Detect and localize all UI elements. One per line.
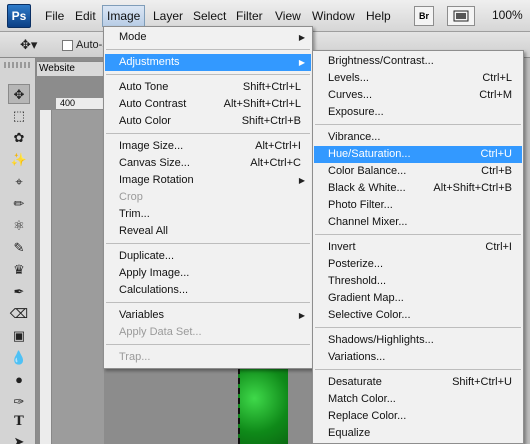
auto-select-checkbox[interactable] (62, 40, 73, 51)
eraser-tool-icon[interactable]: ⌫ (8, 304, 30, 324)
menu-item-reveal-all[interactable]: Reveal All (105, 223, 311, 240)
menu-separator (315, 327, 521, 328)
menu-item-canvas-size[interactable]: Canvas Size... Alt+Ctrl+C (105, 155, 311, 172)
menu-item-exposure[interactable]: Exposure... (314, 104, 522, 121)
menu-item-desaturate[interactable]: Desaturate Shift+Ctrl+U (314, 374, 522, 391)
clone-stamp-tool-icon[interactable]: ♛ (8, 260, 30, 280)
toolbox-grip[interactable] (4, 62, 32, 68)
lasso-tool-icon[interactable]: ✿ (8, 128, 30, 148)
dodge-tool-icon[interactable]: ● (8, 370, 30, 390)
menu-item-shadows-highlights[interactable]: Shadows/Highlights... (314, 332, 522, 349)
move-tool-icon[interactable]: ✥ (8, 84, 30, 104)
zoom-level[interactable]: 100% (492, 8, 523, 22)
menu-item-auto-color[interactable]: Auto Color Shift+Ctrl+B (105, 113, 311, 130)
canvas-area[interactable] (52, 110, 104, 444)
menu-item-auto-tone[interactable]: Auto Tone Shift+Ctrl+L (105, 79, 311, 96)
menu-layer[interactable]: Layer (153, 8, 183, 25)
menu-item-brightness-contrast[interactable]: Brightness/Contrast... (314, 53, 522, 70)
bridge-icon[interactable]: Br (414, 6, 434, 26)
path-selection-tool-icon[interactable]: ➤ (8, 432, 30, 444)
menu-item-hue-saturation[interactable]: Hue/Saturation... Ctrl+U (314, 146, 522, 163)
magic-wand-tool-icon[interactable]: ✨ (8, 150, 30, 170)
menu-item-mode[interactable]: Mode ▶ (105, 29, 311, 46)
menu-view[interactable]: View (275, 8, 301, 25)
menu-item-image-rotation[interactable]: Image Rotation ▶ (105, 172, 311, 189)
photoshop-logo: Ps (7, 4, 31, 28)
menu-item-selective-color[interactable]: Selective Color... (314, 307, 522, 324)
menu-item-gradient-map[interactable]: Gradient Map... (314, 290, 522, 307)
eyedropper-tool-icon[interactable]: ✏ (8, 194, 30, 214)
menu-item-color-balance[interactable]: Color Balance... Ctrl+B (314, 163, 522, 180)
menu-separator (106, 74, 310, 75)
menu-select[interactable]: Select (193, 8, 226, 25)
menu-filter[interactable]: Filter (236, 8, 263, 25)
menu-item-curves[interactable]: Curves... Ctrl+M (314, 87, 522, 104)
screen-mode-icon[interactable] (447, 6, 475, 26)
menu-window[interactable]: Window (312, 8, 355, 25)
brush-tool-icon[interactable]: ✎ (8, 238, 30, 258)
menu-item-equalize[interactable]: Equalize (314, 425, 522, 442)
menu-item-trim[interactable]: Trim... (105, 206, 311, 223)
menu-item-adjustments[interactable]: Adjustments ▶ (105, 54, 311, 71)
menu-separator (106, 344, 310, 345)
menu-separator (106, 133, 310, 134)
menu-item-match-color[interactable]: Match Color... (314, 391, 522, 408)
menu-edit[interactable]: Edit (75, 8, 96, 25)
history-brush-tool-icon[interactable]: ✒ (8, 282, 30, 302)
menu-item-trap: Trap... (119, 351, 151, 363)
menu-item-calculations[interactable]: Calculations... (105, 282, 311, 299)
blur-tool-icon[interactable]: 💧 (8, 348, 30, 368)
menu-item-variations[interactable]: Variations... (314, 349, 522, 366)
menu-file[interactable]: File (45, 8, 64, 25)
menu-separator (315, 124, 521, 125)
menu-item-variables[interactable]: Variables ▶ (105, 307, 311, 324)
menu-item-auto-contrast[interactable]: Auto Contrast Alt+Shift+Ctrl+L (105, 96, 311, 113)
menu-item-black-white[interactable]: Black & White... Alt+Shift+Ctrl+B (314, 180, 522, 197)
menu-item-channel-mixer[interactable]: Channel Mixer... (314, 214, 522, 231)
marquee-tool-icon[interactable]: ⬚ (8, 106, 30, 126)
menu-item-levels[interactable]: Levels... Ctrl+L (314, 70, 522, 87)
menu-item-image-size[interactable]: Image Size... Alt+Ctrl+I (105, 138, 311, 155)
submenu-arrow-icon: ▶ (298, 311, 305, 320)
menu-separator (315, 234, 521, 235)
menu-item-apply-data-set: Apply Data Set... (119, 326, 202, 338)
menu-item-replace-color[interactable]: Replace Color... (314, 408, 522, 425)
menu-item-vibrance[interactable]: Vibrance... (314, 129, 522, 146)
horizontal-ruler: 400 (56, 98, 108, 110)
adjustments-submenu: Brightness/Contrast... Levels... Ctrl+L C… (312, 50, 524, 444)
menu-item-photo-filter[interactable]: Photo Filter... (314, 197, 522, 214)
menu-item-invert[interactable]: Invert Ctrl+I (314, 239, 522, 256)
submenu-arrow-icon: ▶ (298, 33, 305, 42)
menu-separator (106, 302, 310, 303)
type-tool-icon[interactable]: T (8, 412, 30, 432)
submenu-arrow-icon: ▶ (298, 58, 305, 67)
menu-separator (106, 49, 310, 50)
menu-help[interactable]: Help (366, 8, 391, 25)
menu-item-posterize[interactable]: Posterize... (314, 256, 522, 273)
toolbox: ✥ ⬚ ✿ ✨ ⌖ ✏ ⚛ ✎ ♛ ✒ ⌫ ▣ 💧 ● ✑ T ➤ (0, 58, 36, 444)
healing-brush-tool-icon[interactable]: ⚛ (8, 216, 30, 236)
document-tab[interactable]: Website Design (36, 61, 106, 76)
pen-tool-icon[interactable]: ✑ (8, 392, 30, 412)
submenu-arrow-icon: ▶ (298, 176, 305, 185)
crop-tool-icon[interactable]: ⌖ (8, 172, 30, 192)
image-menu: Mode ▶ Adjustments ▶ Auto Tone Shift+Ctrl+L… (103, 26, 313, 369)
menu-separator (315, 369, 521, 370)
canvas-image-selection (238, 368, 288, 444)
menu-image[interactable]: Image (102, 5, 146, 27)
menu-item-apply-image[interactable]: Apply Image... (105, 265, 311, 282)
menu-item-duplicate[interactable]: Duplicate... (105, 248, 311, 265)
menu-item-threshold[interactable]: Threshold... (314, 273, 522, 290)
move-tool-icon[interactable]: ✥▾ (20, 35, 48, 55)
menu-item-crop: Crop (119, 191, 143, 203)
vertical-ruler (40, 110, 52, 444)
menu-separator (106, 243, 310, 244)
gradient-tool-icon[interactable]: ▣ (8, 326, 30, 346)
